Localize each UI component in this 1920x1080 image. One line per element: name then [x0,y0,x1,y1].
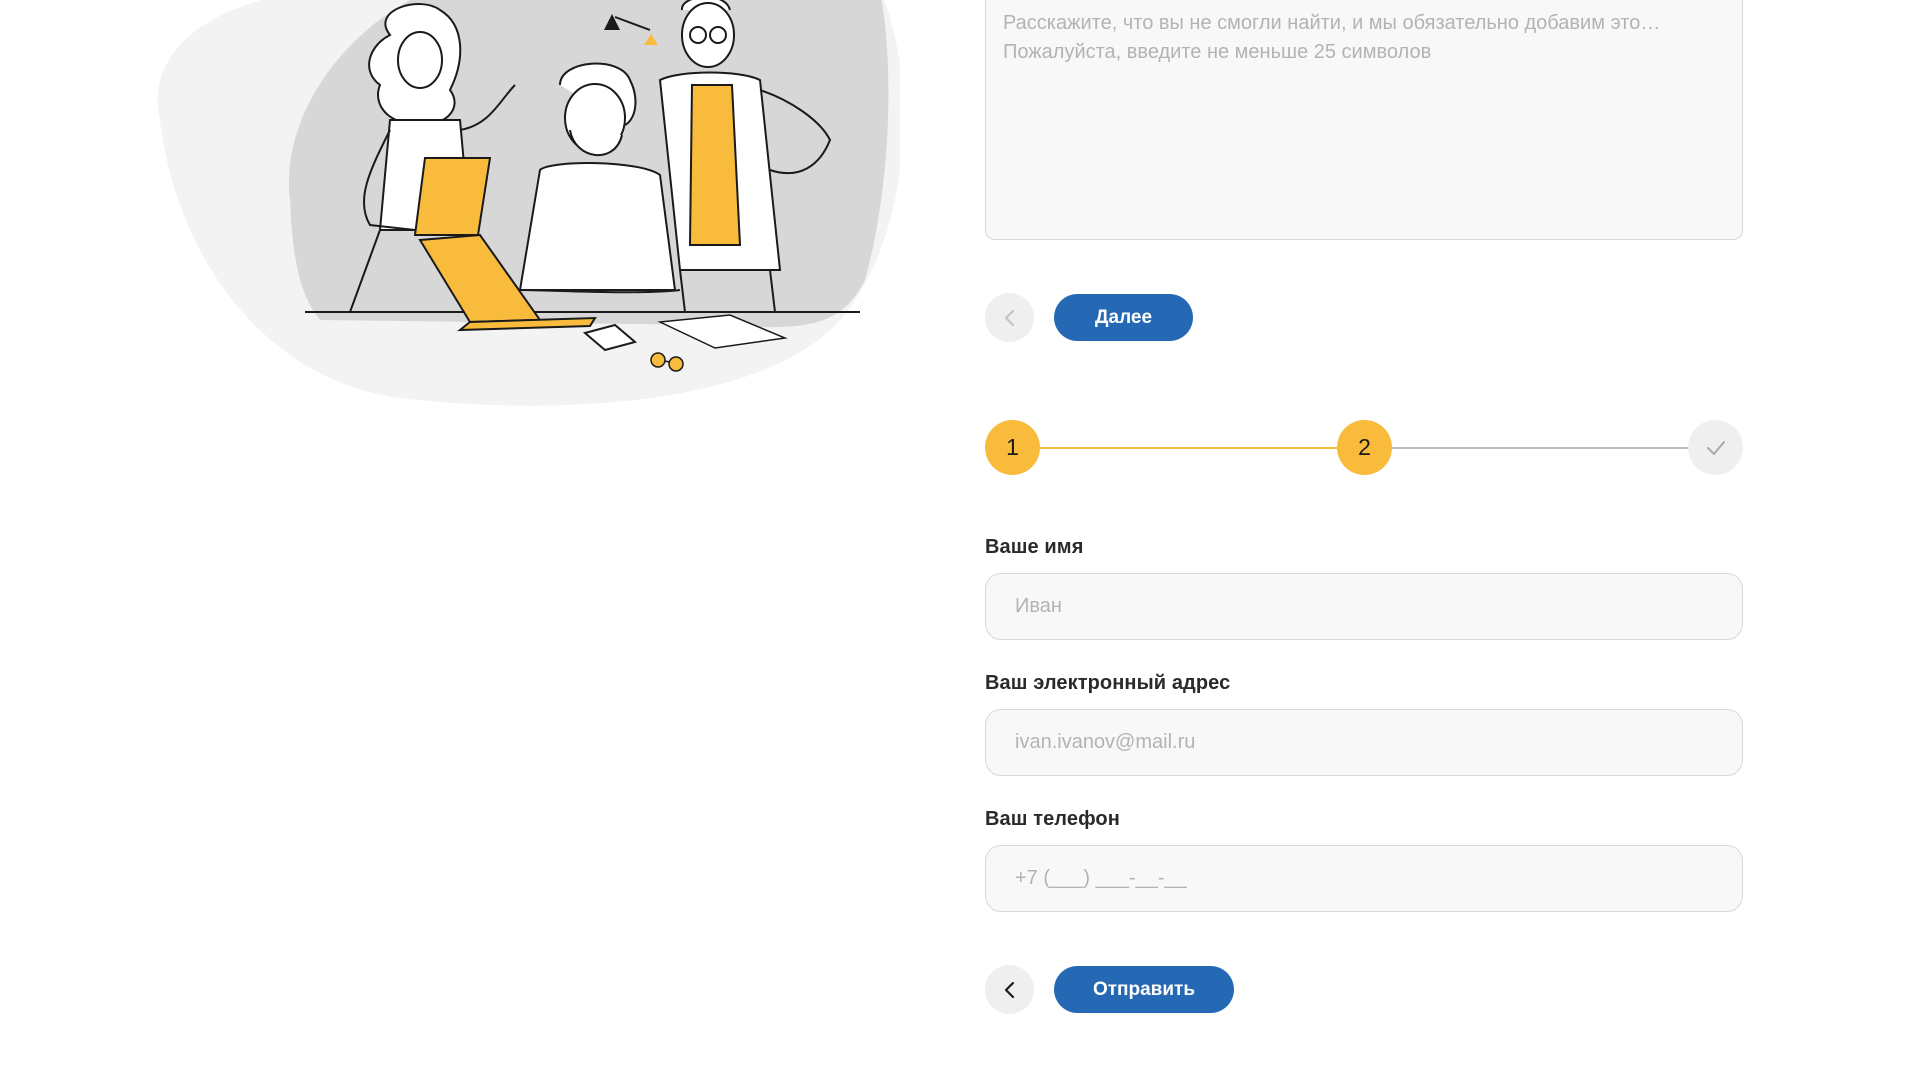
phone-input[interactable] [985,845,1743,912]
step-connector-done [1040,447,1337,449]
feedback-page: Далее 1 2 Ваше имя Ваш электронный адрес… [0,0,1920,1080]
name-label: Ваше имя [985,536,1084,558]
question-field [985,0,1743,240]
team-illustration [120,0,900,410]
step-final [1688,420,1743,475]
chevron-left-icon [1004,981,1014,998]
step-connector-pending [1391,447,1688,449]
step-1: 1 [985,420,1040,475]
email-field: Ваш электронный адрес [985,672,1743,776]
progress-stepper: 1 2 [985,420,1743,476]
back-button-disabled[interactable] [985,293,1034,342]
name-field: Ваше имя [985,536,1743,640]
next-button[interactable]: Далее [1054,294,1193,341]
chevron-left-icon [1004,309,1014,326]
step-2: 2 [1337,420,1392,475]
step2-actions: Отправить [985,965,1234,1014]
back-button[interactable] [985,965,1034,1014]
phone-field: Ваш телефон [985,808,1743,912]
email-label: Ваш электронный адрес [985,672,1231,694]
question-textarea[interactable] [985,0,1743,240]
step1-actions: Далее [985,293,1193,342]
phone-label: Ваш телефон [985,808,1120,830]
submit-button[interactable]: Отправить [1054,966,1234,1013]
name-input[interactable] [985,573,1743,640]
check-icon [1706,440,1725,455]
email-input[interactable] [985,709,1743,776]
